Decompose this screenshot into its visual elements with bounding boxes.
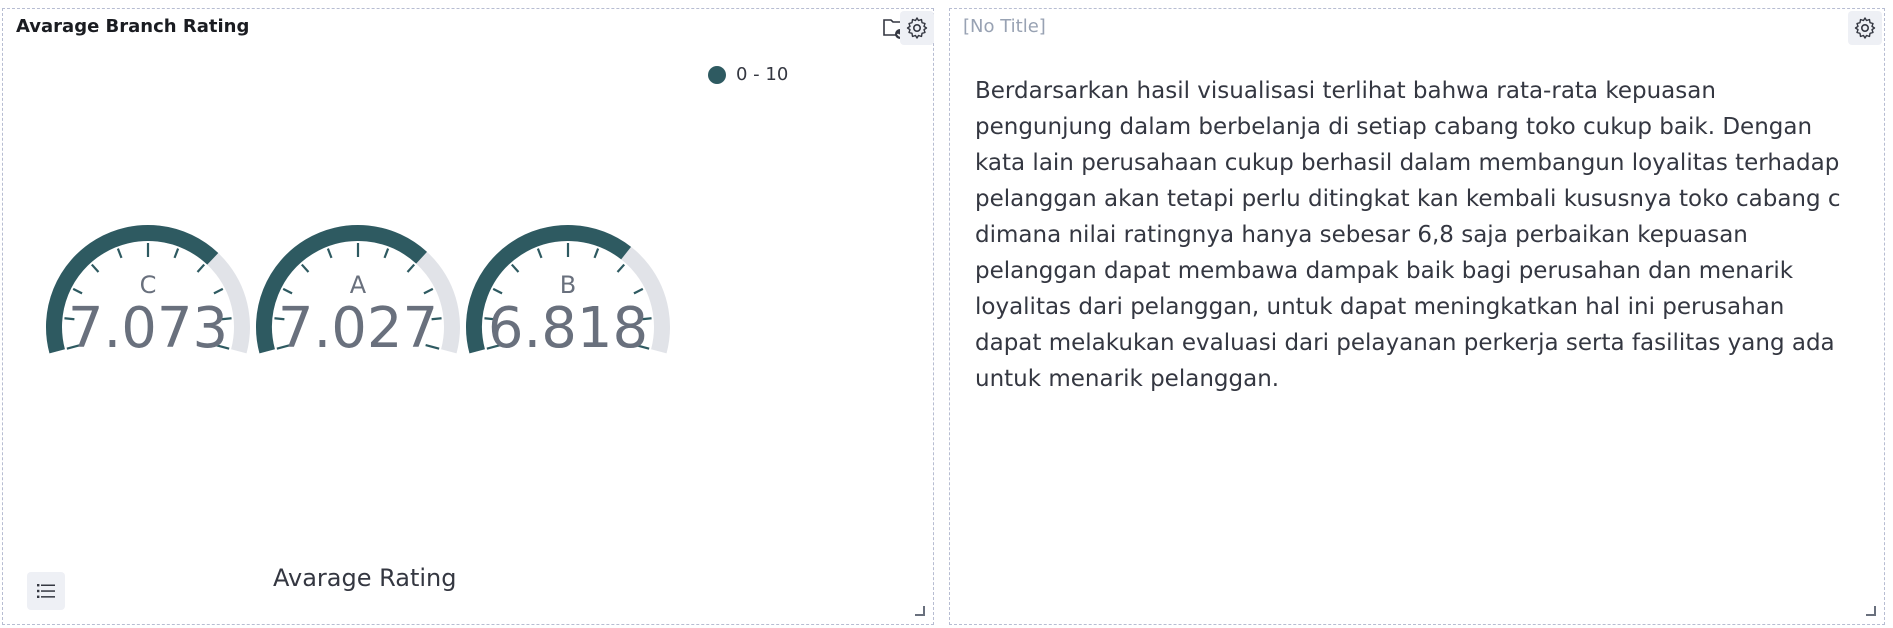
gauge-tick xyxy=(510,263,520,273)
gauge-tick xyxy=(536,248,543,259)
gauge-tick xyxy=(492,287,503,295)
gauge-tick xyxy=(116,248,123,259)
resize-handle[interactable] xyxy=(1866,606,1876,616)
gauge-tick xyxy=(282,287,293,295)
gauge[interactable]: A7.027 xyxy=(256,225,460,361)
panel-title: [No Title] xyxy=(963,16,1046,37)
gauge-tick xyxy=(173,248,180,259)
gauge-value-label: 7.073 xyxy=(68,296,228,361)
markdown-panel: [No Title] Berdarsarkan hasil visualisas… xyxy=(949,8,1885,625)
gauge-tick xyxy=(616,263,626,273)
gauge-value-label: 7.027 xyxy=(278,296,438,361)
visualization-panel: Avarage Branch Rating 0 - 10 C 7.073 A 7.02… xyxy=(2,8,934,625)
gauge[interactable]: C7.073 xyxy=(46,225,250,361)
gauge-tick xyxy=(383,248,390,259)
gauge-tick xyxy=(406,263,416,273)
gauge-category-label: A xyxy=(350,271,367,299)
gauge-tick xyxy=(196,263,206,273)
list-icon xyxy=(37,584,55,598)
gauge[interactable]: B6.818 xyxy=(466,225,670,361)
gauge-tick xyxy=(326,248,333,259)
x-axis-label: Avarage Rating xyxy=(273,564,457,592)
gear-icon[interactable] xyxy=(1848,11,1882,45)
markdown-text: Berdarsarkan hasil visualisasi terlihat … xyxy=(975,78,1841,392)
gauge-tick xyxy=(633,287,644,295)
gauge-tick xyxy=(423,287,434,295)
gauge-value-label: 6.818 xyxy=(488,296,648,361)
gauge-tick xyxy=(213,287,224,295)
legend-toggle-button[interactable] xyxy=(27,572,65,610)
gauge-tick xyxy=(593,248,600,259)
resize-handle[interactable] xyxy=(915,606,925,616)
gauge-tick xyxy=(72,287,83,295)
gauge-tick xyxy=(90,263,100,273)
gauge-category-label: B xyxy=(560,271,576,299)
gauge-chart: C7.073A7.027B6.818 xyxy=(46,225,670,361)
gauge-category-label: C xyxy=(140,271,157,299)
gauge-tick xyxy=(300,263,310,273)
